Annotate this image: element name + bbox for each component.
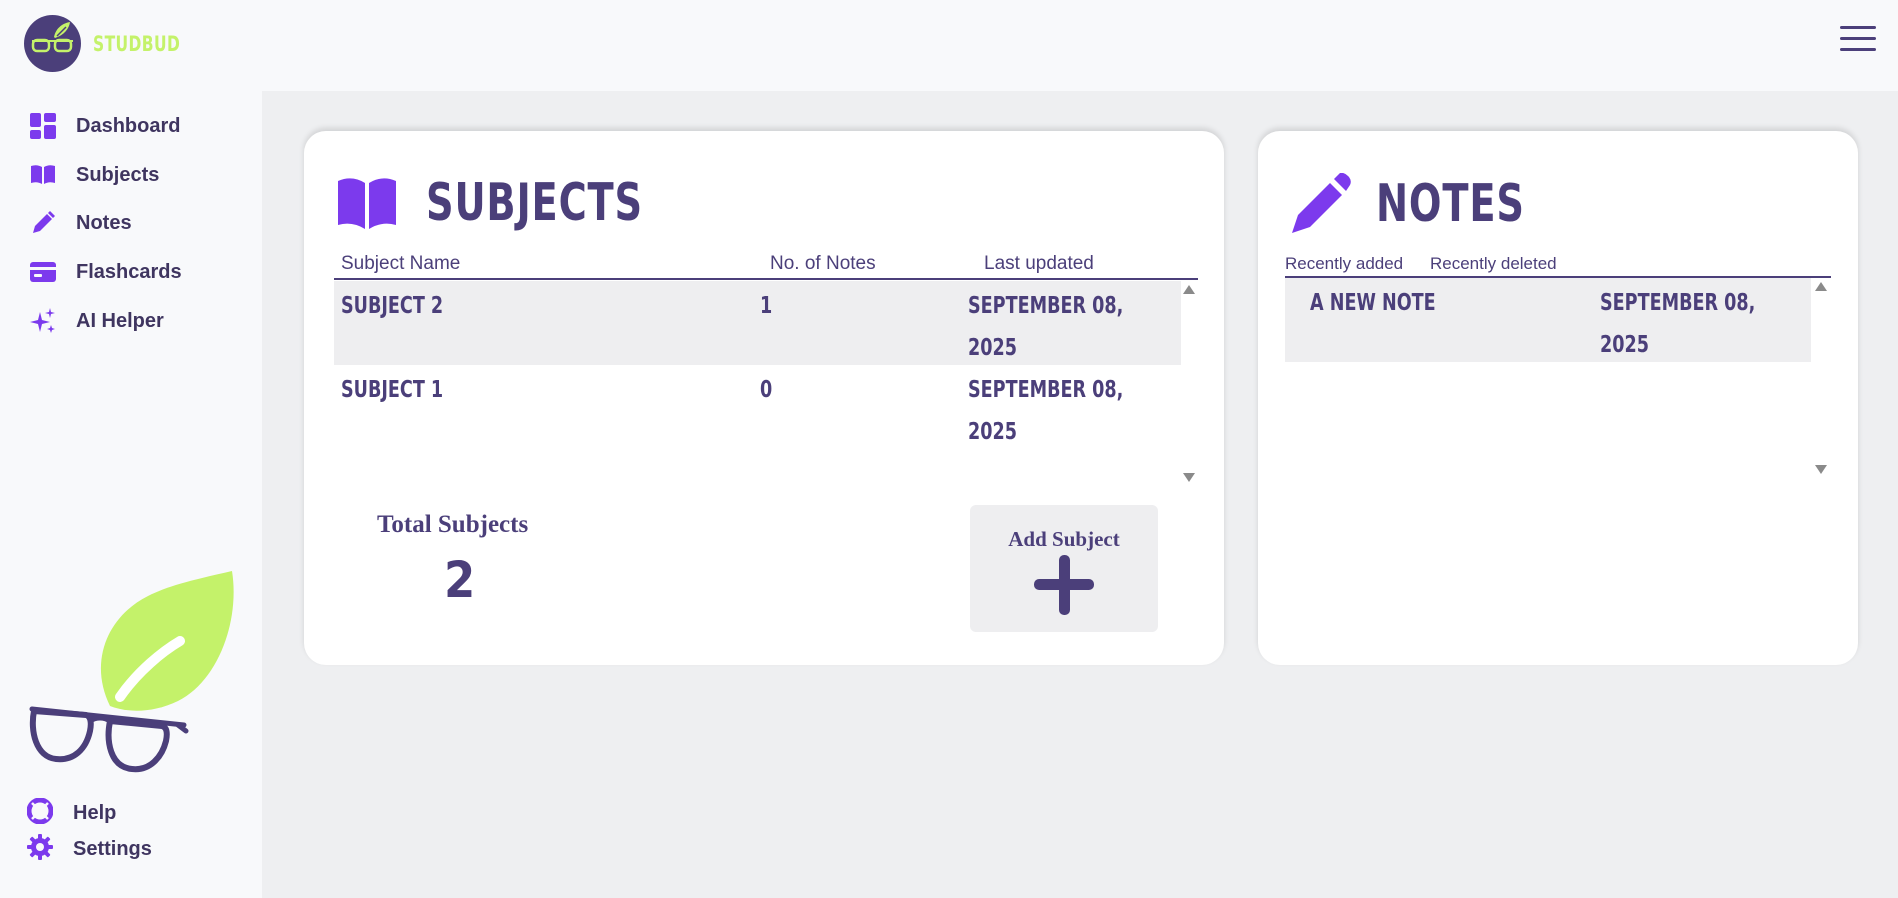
- table-row[interactable]: SUBJECT 1 0 SEPTEMBER 08, 2025: [334, 365, 1181, 449]
- main-content: SUBJECTS Subject Name No. of Notes Last …: [262, 91, 1898, 898]
- notes-table: A NEW NOTE SEPTEMBER 08, 2025: [1285, 278, 1831, 483]
- note-name: A NEW NOTE: [1310, 290, 1436, 316]
- sidebar-item-label: Notes: [76, 211, 132, 234]
- column-header-notes-count: No. of Notes: [770, 253, 876, 274]
- sidebar-item-flashcards[interactable]: Flashcards: [30, 257, 182, 287]
- lifebuoy-icon: [26, 797, 54, 829]
- scroll-down-icon[interactable]: [1815, 465, 1827, 474]
- add-subject-button[interactable]: Add Subject: [970, 505, 1158, 632]
- sidebar-item-label: Help: [73, 801, 117, 824]
- sidebar-item-label: Subjects: [76, 163, 160, 186]
- total-subjects-value: 2: [444, 551, 476, 609]
- subject-name: SUBJECT 1: [341, 377, 444, 403]
- sidebar-item-notes[interactable]: Notes: [30, 208, 132, 238]
- column-header-subject-name: Subject Name: [341, 253, 461, 274]
- pencil-icon: [30, 210, 56, 236]
- sidebar-item-dashboard[interactable]: Dashboard: [30, 111, 180, 141]
- subjects-card: SUBJECTS Subject Name No. of Notes Last …: [304, 131, 1224, 665]
- note-last-updated: SEPTEMBER 08, 2025: [1600, 290, 1756, 358]
- mascot-illustration: [29, 571, 234, 773]
- subjects-table: SUBJECT 2 1 SEPTEMBER 08, 2025 SUBJECT 1 …: [334, 281, 1198, 486]
- gear-icon: [27, 833, 53, 865]
- sidebar-item-ai-helper[interactable]: AI Helper: [30, 306, 164, 336]
- notes-title: NOTES: [1376, 174, 1525, 234]
- subject-last-updated: SEPTEMBER 08, 2025: [968, 293, 1124, 361]
- menu-icon[interactable]: [1840, 26, 1876, 54]
- notes-header: NOTES: [1290, 173, 1558, 235]
- list-item[interactable]: A NEW NOTE SEPTEMBER 08, 2025: [1285, 278, 1811, 362]
- logo-mark: [24, 15, 81, 72]
- column-header-last-updated: Last updated: [984, 253, 1094, 274]
- book-icon: [30, 162, 56, 188]
- scrollbar[interactable]: [1813, 278, 1829, 478]
- tab-recently-added[interactable]: Recently added: [1285, 254, 1403, 274]
- subject-notes-count: 0: [760, 377, 773, 403]
- sidebar-item-label: AI Helper: [76, 309, 164, 332]
- sidebar-item-subjects[interactable]: Subjects: [30, 160, 159, 190]
- pencil-icon: [1292, 173, 1351, 233]
- table-header-divider: [334, 278, 1198, 280]
- subjects-header: SUBJECTS: [338, 173, 691, 233]
- sidebar-item-help[interactable]: Help: [26, 797, 117, 829]
- app-logo[interactable]: STUDBUD: [24, 15, 199, 72]
- add-subject-label: Add Subject: [1008, 527, 1120, 551]
- scroll-up-icon[interactable]: [1815, 282, 1827, 291]
- plus-icon: [1034, 555, 1094, 615]
- tab-recently-deleted[interactable]: Recently deleted: [1430, 254, 1557, 274]
- subject-last-updated: SEPTEMBER 08, 2025: [968, 377, 1124, 445]
- top-bar: STUDBUD: [0, 0, 1898, 91]
- subject-name: SUBJECT 2: [341, 293, 444, 319]
- scroll-up-icon[interactable]: [1183, 285, 1195, 294]
- subjects-title: SUBJECTS: [426, 173, 643, 233]
- scrollbar[interactable]: [1181, 281, 1197, 486]
- scroll-down-icon[interactable]: [1183, 473, 1195, 482]
- subject-notes-count: 1: [760, 293, 773, 319]
- sidebar-item-label: Dashboard: [76, 114, 181, 137]
- sidebar: Dashboard Subjects Notes Flashcards AI H…: [0, 91, 262, 898]
- book-icon: [338, 178, 396, 229]
- sidebar-item-label: Flashcards: [76, 260, 182, 283]
- dashboard-icon: [30, 113, 56, 139]
- card-icon: [30, 259, 56, 285]
- total-subjects-label: Total Subjects: [377, 511, 529, 538]
- sidebar-item-label: Settings: [73, 837, 152, 860]
- notes-card: NOTES Recently added Recently deleted A …: [1258, 131, 1858, 665]
- sparkle-icon: [30, 308, 56, 334]
- sidebar-item-settings[interactable]: Settings: [27, 833, 152, 865]
- app-name: STUDBUD: [93, 31, 181, 56]
- table-row[interactable]: SUBJECT 2 1 SEPTEMBER 08, 2025: [334, 281, 1181, 365]
